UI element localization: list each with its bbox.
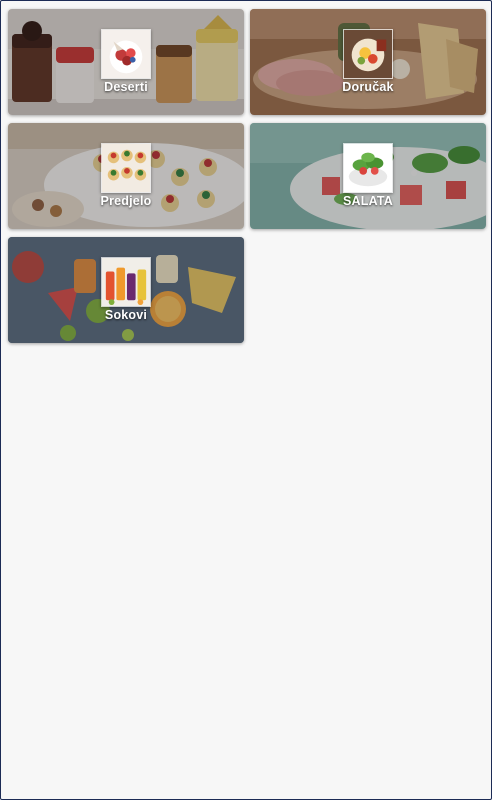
category-label: Deserti [104, 80, 148, 94]
category-label: Doručak [342, 80, 394, 94]
desserts-thumbnail-icon [101, 29, 151, 79]
salad-thumbnail-icon [343, 143, 393, 193]
category-label: Predjelo [100, 194, 152, 208]
category-card-salata[interactable]: SALATA [250, 123, 486, 229]
category-card-dorucak[interactable]: Doručak [250, 9, 486, 115]
juices-thumbnail-icon [101, 257, 151, 307]
breakfast-thumbnail-icon [343, 29, 393, 79]
category-card-predjelo[interactable]: Predjelo [8, 123, 244, 229]
appetizer-thumbnail-icon [101, 143, 151, 193]
category-card-deserti[interactable]: Deserti [8, 9, 244, 115]
category-label: SALATA [342, 194, 394, 208]
category-label: Sokovi [104, 308, 148, 322]
category-card-sokovi[interactable]: Sokovi [8, 237, 244, 343]
category-grid: Deserti Doručak Predjelo SALATA Sokovi [8, 9, 486, 343]
app-screen: Deserti Doručak Predjelo SALATA Sokovi [0, 0, 492, 800]
